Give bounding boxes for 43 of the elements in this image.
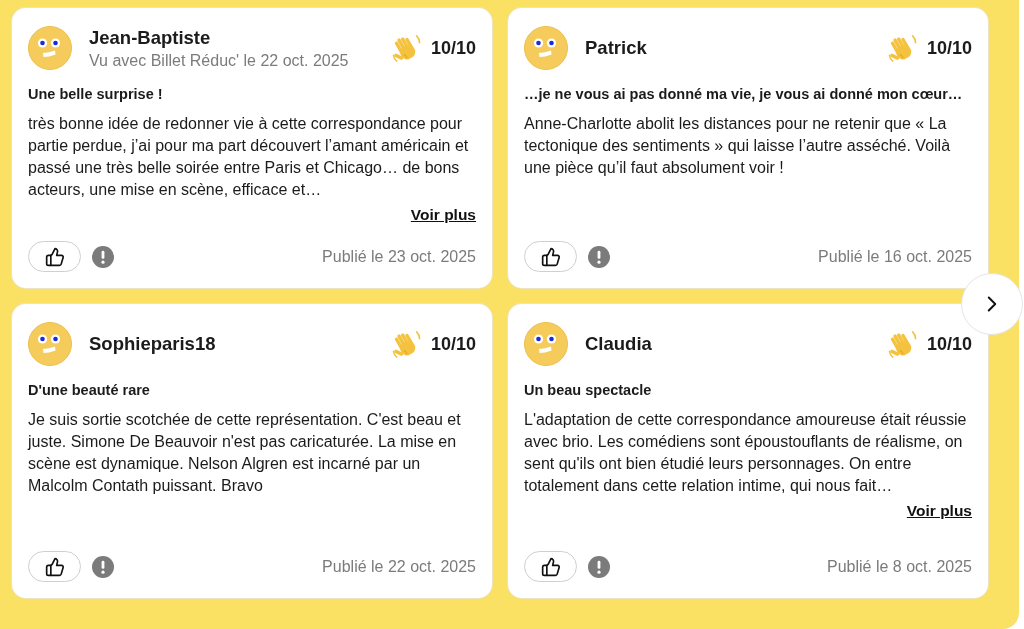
review-title: Un beau spectacle xyxy=(524,381,653,399)
waving-hand-icon xyxy=(390,32,422,64)
report-icon[interactable] xyxy=(92,245,114,268)
author-name: Sophieparis18 xyxy=(89,333,217,355)
publish-date: Publié le 8 oct. 2025 xyxy=(827,557,972,576)
visit-info: Vu avec Billet Réduc' le 22 oct. 2025 xyxy=(89,51,350,70)
report-icon[interactable] xyxy=(588,245,610,268)
publish-date: Publié le 16 oct. 2025 xyxy=(818,247,972,266)
review-title: D'une beauté rare xyxy=(28,381,151,399)
author-name: Patrick xyxy=(585,37,648,59)
waving-hand-icon xyxy=(886,32,918,64)
score: 10/10 xyxy=(430,333,476,355)
review-text: très bonne idée de redonner vie à cette correspondance pour partie perdue, j’ai pour ma part découvert l’amant américain et passé une très belle soirée entre Paris et Chicago… de bons acteurs, une mise en scène, efficace et… xyxy=(28,114,470,200)
like-button[interactable] xyxy=(28,551,81,582)
thumbs-up-icon xyxy=(44,556,65,577)
score: 10/10 xyxy=(926,333,972,355)
avatar-icon xyxy=(28,26,72,70)
review-title: …je ne vous ai pas donné ma vie, je vous ai donné mon cœur… xyxy=(524,85,964,103)
see-more-link[interactable]: Voir plus xyxy=(410,205,476,225)
review-text: L'adaptation de cette correspondance amoureuse était réussie avec brio. Les comédiens sont époustouflants de réalisme, on sent qu'ils ont bien étudié leurs personnages. On entre totalement dans cette relation intime, qui nous fait… xyxy=(524,410,968,496)
score: 10/10 xyxy=(926,37,972,59)
author-name: Claudia xyxy=(585,333,653,355)
avatar-icon xyxy=(28,322,72,366)
avatar-icon xyxy=(524,26,568,70)
report-icon[interactable] xyxy=(92,555,114,578)
review-title: Une belle surprise ! xyxy=(28,85,164,103)
avatar-icon xyxy=(524,322,568,366)
waving-hand-icon xyxy=(390,328,422,360)
like-button[interactable] xyxy=(524,241,577,272)
like-button[interactable] xyxy=(524,551,577,582)
thumbs-up-icon xyxy=(540,246,561,267)
waving-hand-icon xyxy=(886,328,918,360)
like-button[interactable] xyxy=(28,241,81,272)
review-text: Je suis sortie scotchée de cette représentation. C'est beau et juste. Simone De Beauvoir n'est pas caricaturée. La mise en scène est dynamique. Nelson Algren est incarné par un Malcolm Contath puissant. Bravo xyxy=(28,410,462,496)
see-more-link[interactable]: Voir plus xyxy=(906,501,972,521)
thumbs-up-icon xyxy=(44,246,65,267)
author-name: Jean-Baptiste xyxy=(89,26,212,49)
review-text: Anne-Charlotte abolit les distances pour ne retenir que « La tectonique des sentiments » qui laisse l’autre asséché. Voilà une pièce qu’il faut absolument voir ! xyxy=(524,114,952,178)
publish-date: Publié le 22 oct. 2025 xyxy=(322,557,476,576)
thumbs-up-icon xyxy=(540,556,561,577)
publish-date: Publié le 23 oct. 2025 xyxy=(322,247,476,266)
report-icon[interactable] xyxy=(588,555,610,578)
score: 10/10 xyxy=(430,37,476,59)
